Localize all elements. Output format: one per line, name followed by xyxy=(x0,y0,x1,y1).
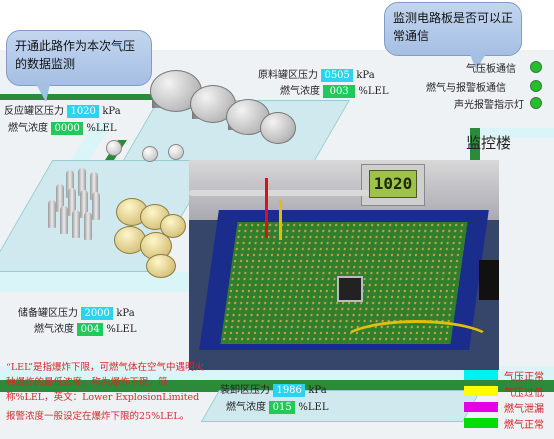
reaction-zone-pressure-value: 1020 xyxy=(67,105,100,118)
storage-zone-gas-unit: %LEL xyxy=(106,324,137,335)
storage-zone-gas-label: 燃气浓度 xyxy=(34,324,74,335)
wire-yellow xyxy=(279,200,282,240)
sphere-tank xyxy=(106,140,122,156)
chip xyxy=(337,276,363,302)
wire-yellow-curve xyxy=(339,320,495,366)
callout-data-monitor-text: 开通此路作为本次气压的数据监测 xyxy=(15,39,136,71)
callout-board-check-text: 监测电路板是否可以正常通信 xyxy=(393,11,514,43)
tube xyxy=(189,190,369,196)
legend-label: 气压正常 xyxy=(504,372,544,383)
storage-zone-pressure-value: 2000 xyxy=(81,307,114,320)
lcd-value: 1020 xyxy=(373,174,413,193)
storage-zone-pressure-unit: kPa xyxy=(116,308,135,319)
road-middle xyxy=(0,272,210,292)
raw-tank-gas-readout: 燃气浓度 003 %LEL xyxy=(280,82,388,98)
legend-label: 燃气正常 xyxy=(504,420,544,431)
unload-zone-pressure-label: 装卸区压力 xyxy=(220,385,270,396)
lel-note: “LEL”是指爆炸下限，可燃气体在空气中遇明火种爆炸的最低浓度，称为爆炸下限，简… xyxy=(6,360,206,424)
raw-tank-gas-value: 003 xyxy=(323,85,356,98)
reaction-zone-gas-unit: %LEL xyxy=(86,123,117,134)
reaction-zone-readout: 反应罐区压力 1020 kPa xyxy=(4,102,121,118)
raw-tank-gas-label: 燃气浓度 xyxy=(280,86,320,97)
storage-zone-readout: 储备罐区压力 2000 kPa xyxy=(18,304,135,320)
legend-swatch-pressure-low xyxy=(464,386,498,396)
reaction-zone-gas-readout: 燃气浓度 0000 %LEL xyxy=(8,119,116,135)
gas-cylinder xyxy=(48,200,56,228)
sphere-tank xyxy=(142,146,158,162)
legend-swatch-gas-normal xyxy=(464,418,498,428)
raw-tank-gas-unit: %LEL xyxy=(358,86,389,97)
storage-zone-gas-readout: 燃气浓度 004 %LEL xyxy=(34,320,136,336)
lcd-display: 1020 xyxy=(369,170,417,198)
raw-tank-pressure-label: 原料罐区压力 xyxy=(258,70,318,81)
status-item: 燃气与报警板通信 xyxy=(426,79,506,94)
connector xyxy=(479,260,499,300)
unload-zone-gas-label: 燃气浓度 xyxy=(226,402,266,413)
status-label: 气压板通信 xyxy=(466,64,516,75)
status-label: 燃气与报警板通信 xyxy=(426,83,506,94)
unload-zone-gas-value: 015 xyxy=(269,401,296,414)
raw-tank-pressure-value: 0505 xyxy=(321,69,354,82)
status-item: 声光报警指示灯 xyxy=(454,96,524,111)
unload-zone-pressure-unit: kPa xyxy=(308,385,327,396)
storage-tank xyxy=(160,214,186,238)
gas-cylinder xyxy=(60,206,68,234)
storage-zone-pressure-label: 储备罐区压力 xyxy=(18,308,78,319)
circuit-board-photo: 1020 xyxy=(189,160,499,370)
reaction-zone-gas-value: 0000 xyxy=(51,122,84,135)
legend-label: 燃气泄漏 xyxy=(504,404,544,415)
legend-swatch-pressure-normal xyxy=(464,370,498,380)
storage-tank xyxy=(146,254,176,278)
status-ok-indicator xyxy=(530,80,542,92)
reaction-zone-pressure-unit: kPa xyxy=(102,106,121,117)
raw-tank xyxy=(260,112,296,144)
raw-tank-pressure-unit: kPa xyxy=(356,70,375,81)
lel-note-line2: 报警浓度一般设定在爆炸下限的25%LEL。 xyxy=(6,411,190,422)
sphere-tank xyxy=(168,144,184,160)
legend-label: 气压过低 xyxy=(504,388,544,399)
status-ok-indicator xyxy=(530,97,542,109)
gas-cylinder xyxy=(72,210,80,238)
status-item: 气压板通信 xyxy=(466,60,516,75)
unload-zone-gas-unit: %LEL xyxy=(298,402,329,413)
legend-swatch-gas-leak xyxy=(464,402,498,412)
wire-red xyxy=(265,178,268,238)
callout-board-check: 监测电路板是否可以正常通信 xyxy=(384,2,522,56)
raw-tank-readout: 原料罐区压力 0505 kPa xyxy=(258,66,375,82)
gas-cylinder xyxy=(84,212,92,240)
building-title: 监控楼 xyxy=(466,134,512,152)
status-label: 声光报警指示灯 xyxy=(454,100,524,111)
unload-zone-pressure-value: 1986 xyxy=(273,384,306,397)
lel-note-line1: “LEL”是指爆炸下限，可燃气体在空气中遇明火种爆炸的最低浓度，称为爆炸下限，简… xyxy=(6,362,204,403)
unload-zone-readout: 装卸区压力 1986 kPa xyxy=(220,381,327,397)
unload-zone-gas-readout: 燃气浓度 015 %LEL xyxy=(226,398,328,414)
storage-zone-gas-value: 004 xyxy=(77,323,104,336)
status-ok-indicator xyxy=(530,61,542,73)
callout-data-monitor: 开通此路作为本次气压的数据监测 xyxy=(6,30,152,86)
gas-cylinder xyxy=(92,192,100,220)
reaction-zone-gas-label: 燃气浓度 xyxy=(8,123,48,134)
reaction-zone-pressure-label: 反应罐区压力 xyxy=(4,106,64,117)
callout-tail xyxy=(36,84,50,102)
